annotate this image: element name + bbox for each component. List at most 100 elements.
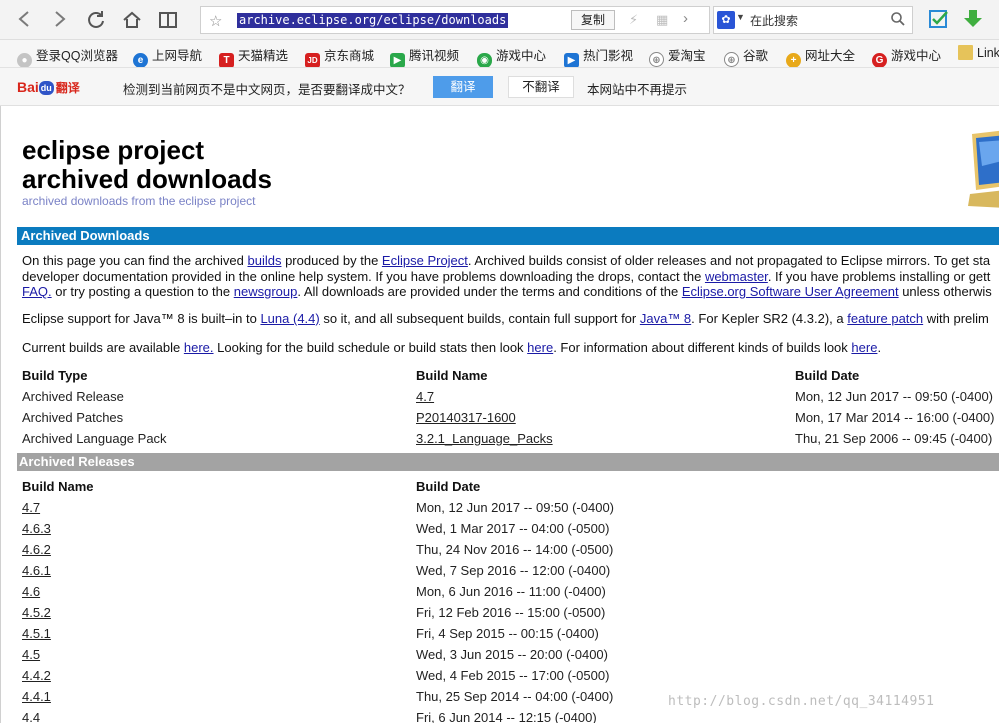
inline-link[interactable]: Java™ 8 [640, 311, 691, 326]
table-row-type: Archived Language Pack [22, 431, 167, 446]
search-input[interactable]: 在此搜索 [750, 12, 798, 29]
folder-icon [958, 45, 973, 60]
paragraph-text: On this page you can find the archived [22, 253, 248, 268]
paragraph-text: or try posting a question to the [51, 284, 234, 299]
bookmark-game-center-2[interactable]: G 游戏中心 [872, 45, 941, 67]
inline-link[interactable]: here. [184, 340, 214, 355]
table-row-link[interactable]: 3.2.1_Language_Packs [416, 431, 553, 446]
inline-link[interactable]: Eclipse Project [382, 253, 468, 268]
paragraph-text: . If you have problems installing or get… [767, 268, 991, 284]
inline-link[interactable]: Luna (4.4) [260, 311, 319, 326]
globe-icon: ⊕ [724, 52, 739, 67]
chevron-right-icon[interactable]: › [683, 10, 688, 27]
release-link[interactable]: 4.4 [22, 710, 40, 723]
page-subtitle: archived downloads from the eclipse proj… [22, 194, 256, 208]
column-header-build-name: Build Name [22, 479, 94, 494]
inline-link[interactable]: Eclipse.org Software User Agreement [682, 284, 899, 299]
copy-button[interactable]: 复制 [571, 10, 615, 30]
bookmark-label: 谷歌 [743, 49, 769, 63]
intro-line-3: FAQ. or try posting a question to the ne… [22, 284, 992, 300]
inline-link[interactable]: webmaster [705, 269, 768, 284]
release-link[interactable]: 4.6.2 [22, 542, 51, 557]
release-date: Wed, 1 Mar 2017 -- 04:00 (-0500) [416, 521, 610, 536]
bookmark-nav[interactable]: e 上网导航 [133, 45, 202, 67]
reader-mode-icon[interactable] [156, 8, 180, 32]
globe-icon: ⊕ [649, 52, 664, 67]
never-prompt-link[interactable]: 本网站中不再提示 [587, 79, 687, 98]
paragraph-text: produced by the [281, 253, 382, 268]
translate-button[interactable]: 翻译 [433, 76, 493, 98]
release-date: Mon, 6 Jun 2016 -- 11:00 (-0400) [416, 584, 606, 599]
inline-link[interactable]: builds [247, 253, 281, 268]
flash-icon[interactable]: ⚡ [629, 12, 638, 28]
paragraph-text: Eclipse support for Java™ 8 is built–in … [22, 311, 261, 326]
back-icon[interactable] [12, 8, 36, 32]
play-icon: ▶ [390, 53, 405, 67]
inline-link[interactable]: feature patch [847, 311, 923, 326]
release-date: Wed, 4 Feb 2015 -- 17:00 (-0500) [416, 668, 610, 683]
url-text[interactable]: archive.eclipse.org/eclipse/downloads [237, 13, 509, 28]
table-row-link[interactable]: P20140317-1600 [416, 410, 516, 425]
release-link[interactable]: 4.6.1 [22, 563, 51, 578]
chevron-down-icon[interactable]: ▼ [736, 12, 745, 22]
column-header-build-date: Build Date [416, 479, 481, 494]
paragraph-text: unless otherwis [898, 284, 992, 299]
address-bar[interactable]: ☆ archive.eclipse.org/eclipse/downloads … [200, 6, 710, 34]
release-date: Fri, 4 Sep 2015 -- 00:15 (-0400) [416, 626, 599, 641]
bookmark-hot-video[interactable]: ▶ 热门影视 [564, 45, 633, 67]
no-translate-button[interactable]: 不翻译 [508, 76, 574, 98]
search-icon[interactable] [890, 11, 906, 30]
monitor-illustration [966, 130, 999, 213]
release-date: Thu, 25 Sep 2014 -- 04:00 (-0400) [416, 689, 614, 704]
bookmark-url-all[interactable]: + 网址大全 [786, 45, 855, 67]
bookmark-game-center[interactable]: ◉ 游戏中心 [477, 45, 546, 67]
intro-paragraph: On this page you can find the archived b… [22, 253, 992, 300]
java8-paragraph: Eclipse support for Java™ 8 is built–in … [22, 311, 989, 327]
column-header-build-date: Build Date [795, 368, 860, 383]
qr-code-icon[interactable]: ▦ [656, 12, 668, 28]
table-row-link[interactable]: 4.7 [416, 389, 434, 404]
release-link[interactable]: 4.5.2 [22, 605, 51, 620]
bookmark-google[interactable]: ⊕ 谷歌 [724, 45, 769, 67]
release-date: Mon, 12 Jun 2017 -- 09:50 (-0400) [416, 500, 615, 515]
bookmark-links[interactable]: Link [958, 45, 999, 63]
jd-icon: JD [305, 53, 320, 67]
home-icon[interactable] [120, 8, 144, 32]
release-date: Fri, 6 Jun 2014 -- 12:15 (-0400) [416, 710, 597, 723]
inline-link[interactable]: here [527, 340, 553, 355]
inline-link[interactable]: newsgroup [234, 284, 298, 299]
bookmark-tencent-video[interactable]: ▶ 腾讯视频 [390, 45, 459, 67]
inline-link[interactable]: FAQ. [22, 284, 52, 299]
release-link[interactable]: 4.7 [22, 500, 40, 515]
table-row-date: Mon, 17 Mar 2014 -- 16:00 (-0400) [795, 410, 995, 425]
bookmark-label: 爱淘宝 [668, 49, 706, 63]
current-builds-paragraph: Current builds are available here. Looki… [22, 340, 881, 356]
search-box[interactable]: ✿ ▼ 在此搜索 [713, 6, 913, 34]
column-header-build-type: Build Type [22, 368, 88, 383]
release-link[interactable]: 4.6.3 [22, 521, 51, 536]
bookmark-aitaobao[interactable]: ⊕ 爱淘宝 [649, 45, 706, 67]
star-icon[interactable]: ☆ [209, 12, 222, 30]
release-link[interactable]: 4.6 [22, 584, 40, 599]
task-check-icon[interactable] [928, 8, 950, 30]
forward-icon[interactable] [48, 8, 72, 32]
release-date: Wed, 3 Jun 2015 -- 20:00 (-0400) [416, 647, 608, 662]
bookmark-jd[interactable]: JD 京东商城 [305, 45, 374, 67]
release-link[interactable]: 4.5.1 [22, 626, 51, 641]
game-center-icon: G [872, 53, 887, 67]
watermark-text: http://blog.csdn.net/qq_34114951 [668, 694, 935, 709]
baidu-paw-icon[interactable]: ✿ [717, 11, 735, 29]
download-icon[interactable] [962, 8, 984, 30]
release-date: Thu, 24 Nov 2016 -- 14:00 (-0500) [416, 542, 614, 557]
release-link[interactable]: 4.4.2 [22, 668, 51, 683]
release-link[interactable]: 4.4.1 [22, 689, 51, 704]
title-line-2: archived downloads [22, 164, 272, 194]
bookmark-tmall[interactable]: T 天猫精选 [219, 45, 288, 67]
reload-icon[interactable] [84, 8, 108, 32]
bookmark-label: 登录QQ浏览器 [36, 49, 118, 63]
bookmark-login[interactable]: ● 登录QQ浏览器 [17, 45, 118, 67]
release-link[interactable]: 4.5 [22, 647, 40, 662]
video-icon: ▶ [564, 53, 579, 67]
inline-link[interactable]: here [851, 340, 877, 355]
translate-bar: Bai du 翻译 检测到当前网页不是中文网页，是否要翻译成中文？ 翻译 不翻译 本… [0, 68, 999, 106]
